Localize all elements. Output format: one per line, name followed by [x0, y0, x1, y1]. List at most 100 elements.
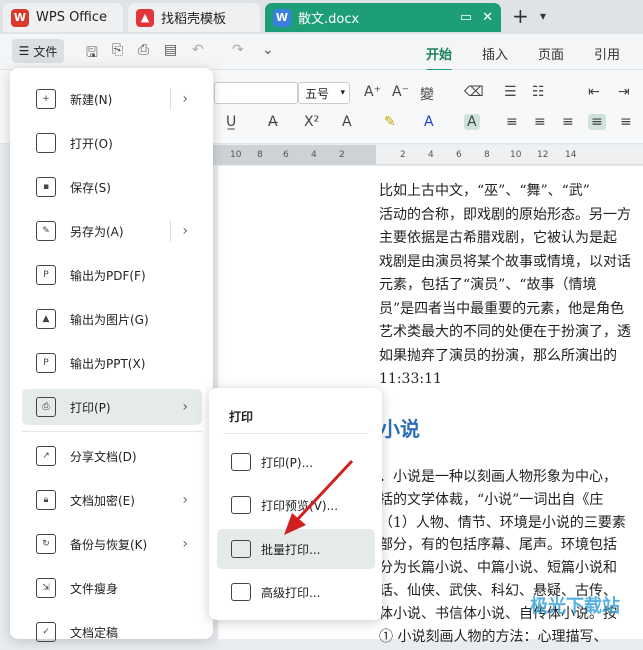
redo-icon[interactable]: ↷	[232, 42, 244, 58]
ruler-number: 10	[230, 150, 242, 160]
ruler-number: 14	[565, 150, 577, 160]
bullets-icon[interactable]: ☰	[504, 84, 517, 100]
menu-item-encrypt[interactable]: 🔒︎ 文档加密(E) ›	[22, 482, 202, 518]
slim-file-icon: ⇲	[36, 578, 56, 598]
menu-item-label: 新建(N)	[70, 92, 113, 107]
pdf-icon: P	[36, 265, 56, 285]
align-center-icon[interactable]: ≡	[534, 114, 546, 130]
menu-item-label: 备份与恢复(K)	[70, 537, 148, 552]
ruler-number: 2	[339, 150, 345, 160]
tab-page[interactable]: 页面	[538, 44, 564, 63]
menu-item-save[interactable]: ▪ 保存(S)	[22, 169, 202, 205]
submenu-arrow-icon: ›	[182, 91, 188, 107]
grow-font-icon[interactable]: A⁺	[364, 84, 381, 100]
menu-item-export-pdf[interactable]: P 输出为PDF(F)	[22, 257, 202, 293]
divider	[223, 433, 368, 434]
tab-wps-office[interactable]: W WPS Office	[3, 3, 123, 32]
doc-line: ① 小说刻画人物的方法：心理描写、	[379, 628, 608, 645]
strikethrough-icon[interactable]: A̶	[268, 114, 278, 130]
new-tab-icon[interactable]: +	[512, 4, 529, 28]
menu-item-export-ppt[interactable]: P 输出为PPT(X)	[22, 345, 202, 381]
tab-document[interactable]: W 散文.docx ▭ ✕	[265, 3, 501, 32]
undo-icon[interactable]: ↶	[192, 42, 204, 58]
menu-item-slim[interactable]: ⇲ 文件瘦身	[22, 570, 202, 606]
menu-item-new[interactable]: + 新建(N) ›	[22, 81, 202, 117]
menu-item-print[interactable]: ⎙ 打印(P) ›	[22, 389, 202, 425]
doc-line: 如果抛弃了演员的扮演，那么所演出的	[379, 347, 617, 364]
divider	[170, 88, 171, 110]
phonetic-icon[interactable]: 變	[420, 84, 434, 104]
doc-line: 员”是四者当中最重要的元素，他是角色	[379, 300, 625, 317]
export-icon[interactable]: ⎘	[112, 42, 123, 58]
ruler-number: 2	[400, 150, 406, 160]
indent-increase-icon[interactable]: ⇥	[618, 84, 630, 100]
menu-item-save-as[interactable]: ✎ 另存为(A) ›	[22, 213, 202, 249]
preview-icon[interactable]: ▤	[164, 42, 177, 58]
menu-item-label: 输出为图片(G)	[70, 312, 149, 327]
file-label: 文件	[33, 44, 58, 59]
align-right-icon[interactable]: ≡	[562, 114, 574, 130]
save-icon[interactable]: 🖫	[86, 42, 98, 66]
tab-label: 找稻壳模板	[161, 12, 227, 27]
batch-print-icon	[231, 540, 251, 558]
watermark-logo: 极光下载站	[530, 596, 620, 617]
submenu-item-advanced-print[interactable]: 高级打印...	[217, 572, 375, 612]
tab-insert[interactable]: 插入	[482, 44, 508, 63]
wps-logo-icon: W	[11, 8, 29, 27]
menu-item-label: 输出为PPT(X)	[70, 356, 146, 371]
submenu-arrow-icon: ›	[182, 399, 188, 415]
close-tab-icon[interactable]: ✕	[482, 10, 493, 25]
more-icon[interactable]: ⌄	[262, 42, 274, 58]
distribute-icon[interactable]: ≡	[620, 114, 632, 130]
font-name-combo[interactable]	[214, 82, 298, 104]
menu-item-label: 打开(O)	[70, 136, 113, 151]
font-size-combo[interactable]: 五号 ▾	[298, 82, 350, 104]
highlight-icon[interactable]: ✎	[384, 114, 396, 130]
indent-decrease-icon[interactable]: ⇤	[588, 84, 600, 100]
doc-line: 元素，包括了“演员”、“故事（情境	[379, 277, 597, 293]
text-effect-icon[interactable]: A	[342, 114, 352, 130]
ruler-number: 8	[484, 150, 490, 160]
doc-line: 部分，有的包括序幕、尾声。环境包括	[379, 537, 617, 554]
align-left-icon[interactable]: ≡	[506, 114, 518, 130]
finalize-icon: ✓	[36, 622, 56, 642]
horizontal-ruler[interactable]: 10 8 6 4 2 2 4 6 8 10 12 14	[213, 145, 643, 165]
doc-line: 艺术类最大的不同的处便在于扮演了，透	[379, 324, 631, 340]
doc-line: 比如上古中文，“巫”、“舞”、“武”	[379, 183, 590, 199]
superscript-icon[interactable]: X²	[304, 114, 319, 130]
doc-time: 11:33:11	[379, 371, 442, 387]
tab-template[interactable]: ▲ 找稻壳模板	[128, 3, 260, 32]
tab-list-icon[interactable]: ▾	[540, 9, 546, 23]
ruler-number: 4	[428, 150, 434, 160]
document-body[interactable]: 比如上古中文，“巫”、“舞”、“武” 活动的合称，即戏剧的原始形态。另一方 主要…	[379, 180, 643, 392]
doc-line: （1）人物、情节、环境是小说的三要素	[379, 514, 626, 531]
clear-format-icon[interactable]: ⌫	[464, 84, 484, 100]
save-as-icon: ✎	[36, 221, 56, 241]
font-color-icon[interactable]: A	[424, 114, 434, 130]
tab-start[interactable]: 开始	[426, 44, 453, 72]
align-justify-icon[interactable]: ≡	[588, 114, 606, 130]
top-toolbar: ☰ 文件 🖫 ⎘ ⎙ ▤ ↶ ↷ ⌄ 开始 插入 页面 引用	[0, 34, 643, 72]
tab-reference[interactable]: 引用	[594, 44, 620, 63]
menu-item-finalize[interactable]: ✓ 文档定稿	[22, 614, 202, 650]
printer-icon	[231, 453, 251, 471]
menu-item-export-image[interactable]: ▲ 输出为图片(G)	[22, 301, 202, 337]
menu-item-backup[interactable]: ↻ 备份与恢复(K) ›	[22, 526, 202, 562]
share-icon: ↗	[36, 446, 56, 466]
menu-item-share[interactable]: ↗ 分享文档(D)	[22, 438, 202, 474]
menu-item-label: 文档加密(E)	[70, 493, 135, 508]
print-icon[interactable]: ⎙	[138, 42, 149, 58]
doc-line: 活动的合称，即戏剧的原始形态。另一方	[379, 206, 631, 223]
menu-item-open[interactable]: 打开(O)	[22, 125, 202, 161]
document-body-2[interactable]: ．小说是一种以刻画人物形象为中心， 括的文学体裁，“小说”一词出自《庄 （1）人…	[379, 466, 643, 648]
numbering-icon[interactable]: ☷	[532, 84, 545, 100]
file-menu-button[interactable]: ☰ 文件	[12, 39, 64, 63]
new-file-icon: +	[36, 89, 56, 109]
window-mode-icon[interactable]: ▭	[460, 10, 472, 25]
char-shading-icon[interactable]: A	[464, 114, 480, 130]
shrink-font-icon[interactable]: A⁻	[392, 84, 409, 100]
dropdown-icon: ▾	[340, 88, 345, 98]
doc-line: 主要依据是古希腊戏剧，它被认为是起	[379, 230, 617, 246]
underline-icon[interactable]: U̲	[226, 114, 236, 130]
doc-line: 分为长篇小说、中篇小说、短篇小说和	[379, 560, 617, 577]
